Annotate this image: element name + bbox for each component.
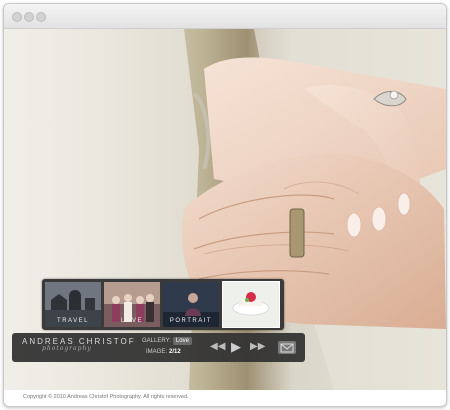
image-value: 2/12 bbox=[169, 349, 181, 355]
mail-icon[interactable] bbox=[278, 341, 296, 354]
close-window-button[interactable] bbox=[12, 12, 22, 22]
maximize-window-button[interactable] bbox=[36, 12, 46, 22]
gallery-label: GALLERY: bbox=[142, 338, 171, 344]
thumb-travel[interactable]: TRAVEL bbox=[45, 282, 101, 327]
copyright-text: Copyright © 2010 Andreas Christof Photog… bbox=[23, 394, 189, 400]
gallery-value: Love bbox=[172, 337, 192, 345]
window-titlebar bbox=[4, 4, 446, 29]
envelope-icon bbox=[280, 343, 294, 353]
gallery-thumbnail-strip: TRAVEL LOVE PORTRAIT COMMERCIAL bbox=[42, 279, 284, 330]
image-counter: IMAGE: 2/12 bbox=[146, 349, 181, 355]
minimize-window-button[interactable] bbox=[24, 12, 34, 22]
thumb-label-commercial: COMMERCIAL bbox=[223, 318, 279, 324]
thumb-label-travel: TRAVEL bbox=[57, 318, 89, 324]
thumb-label-love: LOVE bbox=[120, 318, 143, 324]
thumb-portrait[interactable]: PORTRAIT bbox=[163, 282, 219, 327]
image-label: IMAGE: bbox=[146, 349, 168, 355]
brand-subtitle: photography bbox=[42, 345, 92, 352]
thumb-love[interactable]: LOVE bbox=[104, 282, 160, 327]
previous-icon[interactable]: ◀◀ bbox=[210, 341, 225, 353]
gallery-indicator: GALLERY: Love bbox=[142, 337, 192, 345]
gallery-control-panel: ANDREAS CHRISTOF photography GALLERY: Lov… bbox=[12, 333, 305, 362]
play-icon[interactable]: ▶ bbox=[229, 340, 243, 353]
thumb-commercial[interactable]: COMMERCIAL bbox=[222, 281, 280, 328]
next-icon[interactable]: ▶▶ bbox=[250, 341, 265, 353]
browser-window: TRAVEL LOVE PORTRAIT COMMERCIAL ANDREAS … bbox=[3, 3, 447, 407]
thumb-label-portrait: PORTRAIT bbox=[169, 318, 213, 324]
